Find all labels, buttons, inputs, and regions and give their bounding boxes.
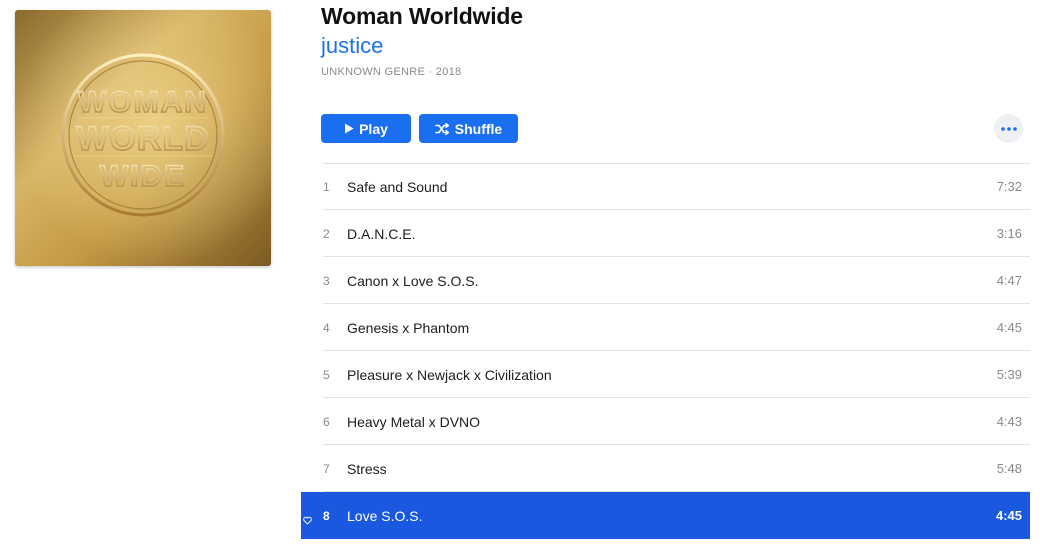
- shuffle-label: Shuffle: [454, 120, 503, 137]
- track-number: 6: [323, 414, 330, 429]
- track-duration: 4:45: [996, 320, 1022, 335]
- track-number: 7: [323, 461, 330, 476]
- track-row[interactable]: 1 Safe and Sound 7:32: [301, 163, 1030, 210]
- album-genre-year: UNKNOWN GENRE · 2018: [321, 66, 462, 78]
- track-row[interactable]: 2 D.A.N.C.E. 3:16: [301, 210, 1030, 257]
- play-icon: [344, 123, 354, 134]
- album-title: Woman Worldwide: [321, 3, 523, 29]
- track-number: 4: [323, 320, 330, 335]
- track-title: Canon x Love S.O.S.: [347, 272, 479, 289]
- track-number: 3: [323, 273, 330, 288]
- track-title: Love S.O.S.: [347, 507, 423, 524]
- svg-text:WORLD: WORLD: [76, 120, 209, 158]
- artwork-image: WOMAN WORLD WIDE: [15, 10, 271, 266]
- track-number: 2: [323, 226, 330, 241]
- track-title: Genesis x Phantom: [347, 319, 470, 336]
- track-row-selected[interactable]: 8 Love S.O.S. 4:45: [301, 492, 1030, 539]
- svg-text:WOMAN: WOMAN: [78, 86, 208, 119]
- shuffle-icon: [434, 122, 450, 135]
- play-button[interactable]: Play: [321, 114, 411, 143]
- track-row[interactable]: 6 Heavy Metal x DVNO 4:43: [301, 398, 1030, 445]
- track-title: Pleasure x Newjack x Civilization: [347, 366, 552, 383]
- track-duration: 4:43: [996, 414, 1022, 429]
- track-duration: 5:39: [996, 367, 1022, 382]
- track-title: Safe and Sound: [347, 178, 448, 195]
- track-row[interactable]: 5 Pleasure x Newjack x Civilization 5:39: [301, 351, 1030, 398]
- track-row[interactable]: 3 Canon x Love S.O.S. 4:47: [301, 257, 1030, 304]
- artist-link[interactable]: justice: [321, 33, 383, 59]
- track-duration: 3:16: [996, 226, 1022, 241]
- svg-text:WIDE: WIDE: [100, 160, 186, 193]
- track-row[interactable]: 7 Stress 5:48: [301, 445, 1030, 492]
- play-label: Play: [359, 120, 388, 137]
- track-duration: 5:48: [996, 461, 1022, 476]
- more-options-button[interactable]: [994, 114, 1023, 143]
- track-title: Heavy Metal x DVNO: [347, 413, 481, 430]
- heart-icon[interactable]: [303, 512, 312, 525]
- track-row[interactable]: 4 Genesis x Phantom 4:45: [301, 304, 1030, 351]
- track-duration: 4:45: [995, 508, 1022, 523]
- ellipsis-icon: [1000, 126, 1017, 131]
- shuffle-button[interactable]: Shuffle: [419, 114, 518, 143]
- album-artwork[interactable]: WOMAN WORLD WIDE: [15, 10, 271, 266]
- track-list: 1 Safe and Sound 7:32 2 D.A.N.C.E. 3:16 …: [301, 163, 1030, 539]
- track-number: 5: [323, 367, 330, 382]
- track-number: 1: [323, 179, 330, 194]
- track-duration: 4:47: [996, 273, 1022, 288]
- track-duration: 7:32: [996, 179, 1022, 194]
- track-number: 8: [323, 508, 330, 523]
- track-title: D.A.N.C.E.: [347, 225, 416, 242]
- track-title: Stress: [347, 460, 387, 477]
